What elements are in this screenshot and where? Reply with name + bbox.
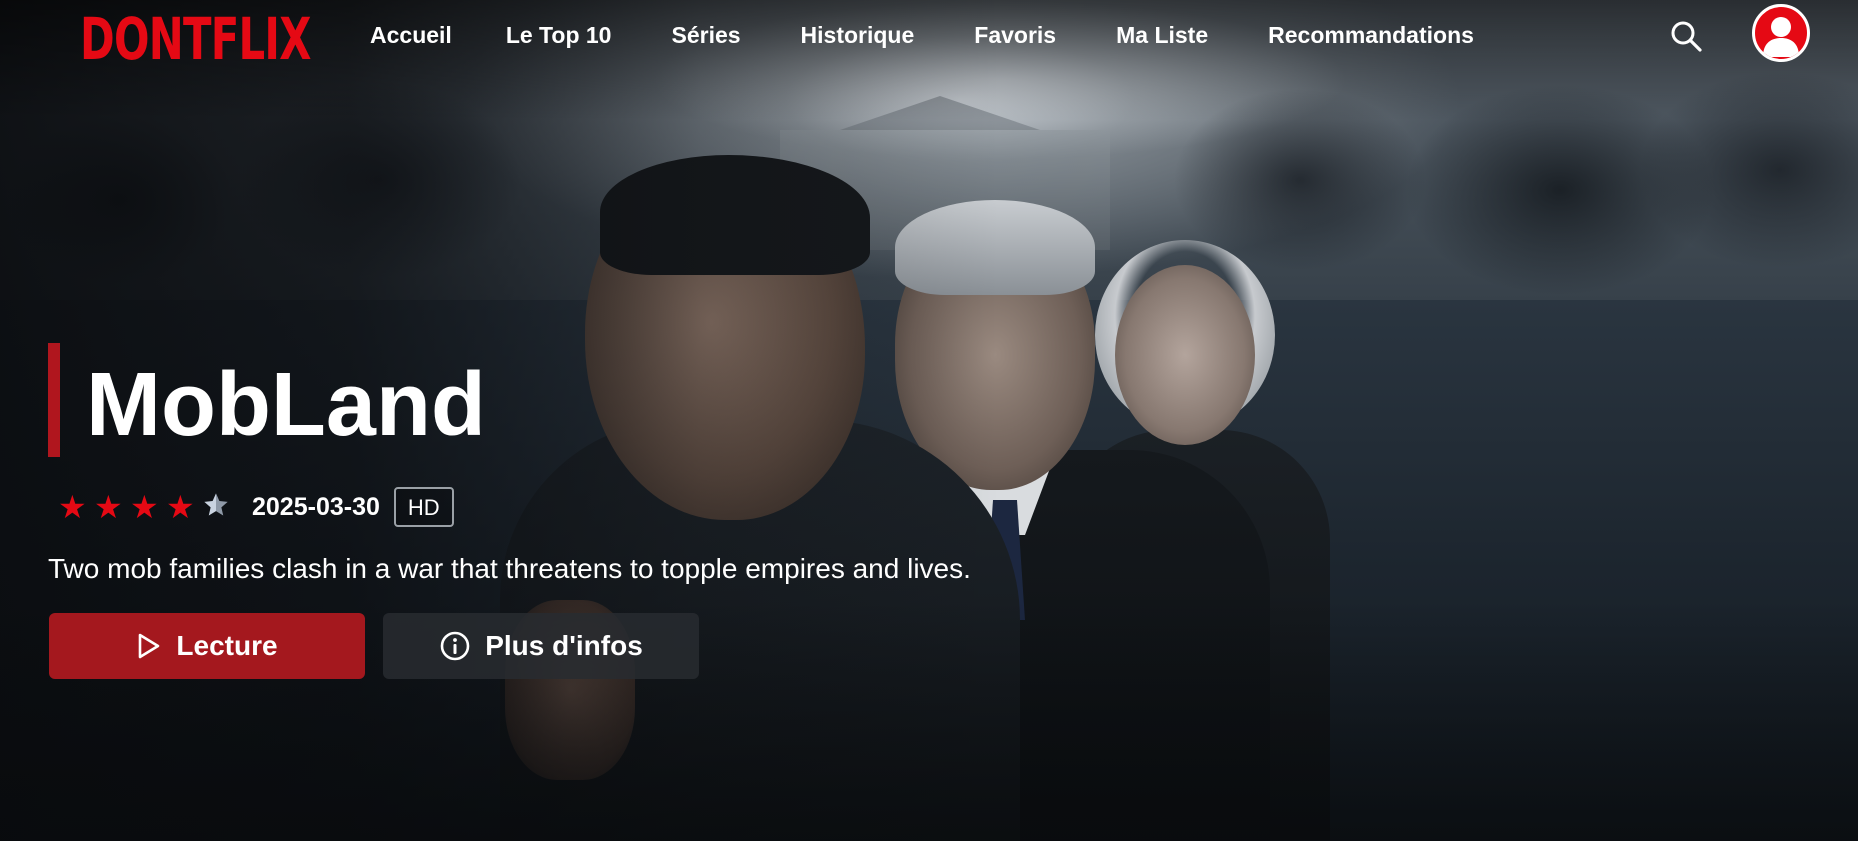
info-icon bbox=[439, 630, 471, 662]
search-button[interactable] bbox=[1668, 18, 1704, 54]
nav-links: Accueil Le Top 10 Séries Historique Favo… bbox=[370, 22, 1534, 49]
show-title: MobLand bbox=[86, 355, 486, 455]
quality-badge: HD bbox=[393, 487, 454, 527]
star-full-icon: ★ bbox=[130, 489, 159, 525]
nav-item-favoris[interactable]: Favoris bbox=[974, 22, 1056, 49]
star-half-icon bbox=[202, 491, 230, 524]
release-date: 2025-03-30 bbox=[252, 492, 380, 521]
more-info-button-label: Plus d'infos bbox=[485, 630, 643, 661]
play-button[interactable]: Lecture bbox=[49, 613, 365, 679]
nav-item-accueil[interactable]: Accueil bbox=[370, 22, 452, 49]
star-rating: ★ ★ ★ ★ bbox=[58, 491, 230, 524]
top-navbar: DONTFLIX Accueil Le Top 10 Séries Histor… bbox=[0, 0, 1858, 80]
more-info-button[interactable]: Plus d'infos bbox=[383, 613, 699, 679]
star-full-icon: ★ bbox=[94, 489, 123, 525]
title-accent-bar bbox=[48, 343, 60, 457]
nav-item-recommandations[interactable]: Recommandations bbox=[1268, 22, 1474, 49]
play-button-label: Lecture bbox=[176, 630, 278, 661]
nav-item-top-10[interactable]: Le Top 10 bbox=[506, 22, 612, 49]
search-icon bbox=[1671, 21, 1702, 52]
user-avatar-button[interactable] bbox=[1752, 4, 1810, 62]
hero-figure-woman-face bbox=[1115, 265, 1255, 445]
nav-item-ma-liste[interactable]: Ma Liste bbox=[1116, 22, 1208, 49]
star-full-icon: ★ bbox=[58, 489, 87, 525]
nav-item-series[interactable]: Séries bbox=[671, 22, 740, 49]
star-full-icon: ★ bbox=[166, 489, 195, 525]
brand-logo[interactable]: DONTFLIX bbox=[80, 4, 311, 74]
play-icon bbox=[136, 632, 162, 660]
nav-item-historique[interactable]: Historique bbox=[801, 22, 915, 49]
meta-row: ★ ★ ★ ★ 2025-03-30 HD bbox=[58, 485, 454, 529]
user-avatar-icon bbox=[1763, 17, 1799, 57]
star-half-shape bbox=[204, 492, 228, 515]
show-description: Two mob families clash in a war that thr… bbox=[48, 553, 971, 584]
